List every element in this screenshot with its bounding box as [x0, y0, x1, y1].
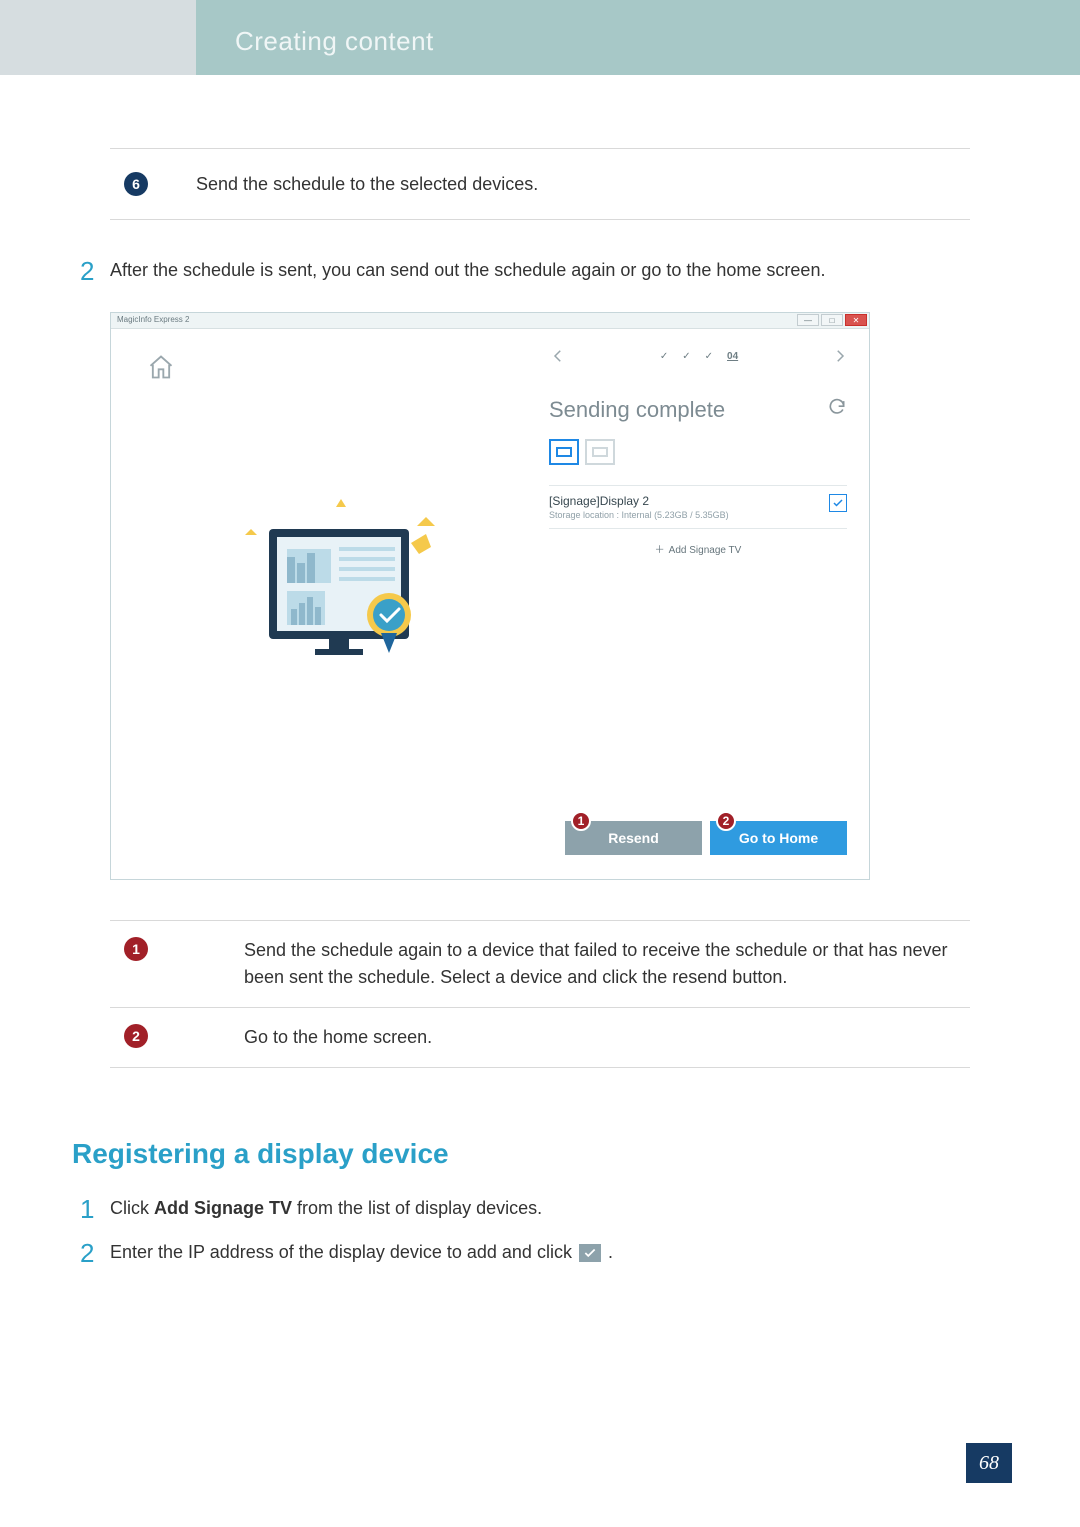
check-icon: ✓ — [660, 351, 668, 362]
home-icon[interactable] — [147, 353, 175, 381]
go-to-home-button[interactable]: 2 Go to Home — [710, 821, 847, 855]
device-type-display-tab[interactable] — [585, 439, 615, 465]
resend-label: Resend — [608, 830, 659, 846]
check-icon: ✓ — [705, 351, 713, 362]
callout-2-text: Go to the home screen. — [244, 1024, 432, 1051]
window-maximize-icon[interactable]: □ — [821, 314, 843, 326]
step-text: After the schedule is sent, you can send… — [110, 260, 825, 284]
window-titlebar: MagicInfo Express 2 ― □ ✕ — [111, 313, 869, 329]
step-number: 2 — [80, 1240, 110, 1266]
device-type-signage-tab[interactable] — [549, 439, 579, 465]
device-type-tabs — [549, 439, 615, 465]
sending-complete-title: Sending complete — [549, 397, 725, 423]
window-minimize-icon[interactable]: ― — [797, 314, 819, 326]
header-tab-block — [0, 0, 196, 75]
step-text: Click Add Signage TV from the list of di… — [110, 1198, 542, 1222]
register-step-2: 2 Enter the IP address of the display de… — [80, 1242, 613, 1266]
callout-6-text: Send the schedule to the selected device… — [196, 174, 538, 195]
confirm-check-icon — [579, 1244, 601, 1262]
window-title: MagicInfo Express 2 — [117, 315, 189, 324]
screenshot-button-row: 1 Resend 2 Go to Home — [565, 821, 847, 855]
go-to-home-label: Go to Home — [739, 830, 818, 846]
callout-badge-1: 1 — [571, 811, 591, 831]
completion-illustration — [231, 499, 451, 679]
window-close-icon[interactable]: ✕ — [845, 314, 867, 326]
callout-6-table: 6 Send the schedule to the selected devi… — [110, 148, 970, 220]
wizard-step-current: 04 — [727, 351, 738, 362]
refresh-icon[interactable] — [827, 397, 847, 417]
chevron-left-icon[interactable] — [549, 347, 567, 365]
callout-badge-1: 1 — [124, 937, 148, 961]
plus-icon: ＋ — [655, 545, 665, 556]
check-icon: ✓ — [682, 351, 690, 362]
add-signage-label: Add Signage TV — [669, 545, 742, 556]
device-storage: Storage location : Internal (5.23GB / 5.… — [549, 510, 847, 520]
callout-legend: 1 Send the schedule again to a device th… — [110, 920, 970, 1068]
app-screenshot: MagicInfo Express 2 ― □ ✕ — [110, 312, 870, 880]
callout-1-text: Send the schedule again to a device that… — [244, 937, 956, 991]
callout-1-row: 1 Send the schedule again to a device th… — [110, 921, 970, 1007]
bold-text: Add Signage TV — [154, 1198, 292, 1218]
step-number: 2 — [80, 258, 110, 284]
add-signage-tv-button[interactable]: ＋ Add Signage TV — [549, 535, 847, 562]
register-step-1: 1 Click Add Signage TV from the list of … — [80, 1198, 542, 1222]
numbered-step-2: 2 After the schedule is sent, you can se… — [80, 260, 825, 284]
callout-2-row: 2 Go to the home screen. — [110, 1008, 970, 1067]
callout-6-row: 6 Send the schedule to the selected devi… — [110, 149, 970, 219]
device-checkbox[interactable] — [829, 494, 847, 512]
page-number: 68 — [966, 1443, 1012, 1483]
step-text: Enter the IP address of the display devi… — [110, 1242, 613, 1266]
page-header: Creating content — [0, 0, 1080, 75]
callout-badge-2: 2 — [124, 1024, 148, 1048]
section-heading: Registering a display device — [72, 1138, 449, 1170]
device-name: [Signage]Display 2 — [549, 494, 847, 508]
resend-button[interactable]: 1 Resend — [565, 821, 702, 855]
header-title: Creating content — [235, 26, 434, 57]
callout-badge-2: 2 — [716, 811, 736, 831]
device-row[interactable]: [Signage]Display 2 Storage location : In… — [549, 485, 847, 529]
wizard-nav: ✓ ✓ ✓ 04 — [549, 347, 849, 365]
callout-badge-6: 6 — [124, 172, 148, 196]
chevron-right-icon[interactable] — [831, 347, 849, 365]
period: . — [603, 1242, 613, 1262]
step-number: 1 — [80, 1196, 110, 1222]
